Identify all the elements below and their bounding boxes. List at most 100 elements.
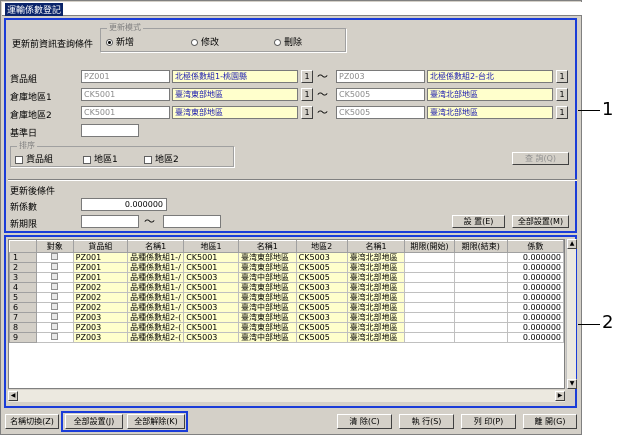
table-row[interactable]: 1 PZ001 品種係數組1-/CK5001 臺湾東部地區 CK5003 臺湾北部地區 0.… <box>9 252 564 263</box>
row-checkbox-icon[interactable] <box>51 273 59 280</box>
lookup-button[interactable]: 1 <box>556 70 568 83</box>
vertical-scrollbar[interactable]: ▲ ▼ <box>566 239 577 389</box>
from-code-region1[interactable]: CK5001 <box>81 88 170 101</box>
close-button[interactable]: 離 開(G) <box>523 414 577 429</box>
region2-cell: CK5005 <box>295 272 348 283</box>
table-row[interactable]: 7 PZ003 品種係數組2-(CK5001 臺湾東部地區 CK5003 臺湾北部地區 0.… <box>9 312 564 323</box>
lookup-button[interactable]: 1 <box>301 106 313 119</box>
lookup-button[interactable]: 1 <box>301 70 313 83</box>
table-row[interactable]: 9 PZ003 品種係數組2-(CK5003 臺湾中部地區 CK5005 臺湾北部地區 0.… <box>9 332 564 343</box>
target-checkbox-cell[interactable] <box>35 252 74 263</box>
target-checkbox-cell[interactable] <box>35 282 74 293</box>
scroll-left-icon[interactable]: ◀ <box>8 391 18 401</box>
name-switch-button[interactable]: 名稱切換(Z) <box>5 414 59 429</box>
col-header-region2[interactable]: 地區2 <box>295 240 348 253</box>
deselect-all-button[interactable]: 全部解除(K) <box>127 414 185 429</box>
lookup-button[interactable]: 1 <box>556 106 568 119</box>
col-header-target[interactable]: 對象 <box>35 240 74 253</box>
target-checkbox-cell[interactable] <box>35 332 74 343</box>
title-bar: 運輸係數登記 <box>2 2 582 16</box>
lookup-button[interactable]: 1 <box>301 88 313 101</box>
to-code-region2[interactable]: CK5005 <box>336 106 425 119</box>
table-row[interactable]: 3 PZ001 品種係數組1-/CK5003 臺湾中部地區 CK5005 臺湾北部地區 0.… <box>9 272 564 283</box>
region1-name-cell: 臺湾中部地區 <box>237 272 297 283</box>
to-code-product-group[interactable]: PZ003 <box>336 70 425 83</box>
name1-cell: 品種係數組1-/ <box>127 262 185 273</box>
col-header-period-end[interactable]: 期限(結束) <box>453 240 508 253</box>
scroll-right-icon[interactable]: ▶ <box>555 391 565 401</box>
sort-checkbox-region2[interactable]: 地區2 <box>144 152 179 165</box>
region1-cell: CK5001 <box>183 312 239 323</box>
lookup-button[interactable]: 1 <box>556 88 568 101</box>
scroll-up-icon[interactable]: ▲ <box>567 239 577 249</box>
query-button[interactable]: 查 詢(Q) <box>512 152 569 165</box>
table-row[interactable]: 5 PZ002 品種係數組1-/CK5001 臺湾東部地區 CK5005 臺湾北部地區 0.… <box>9 292 564 303</box>
col-header-period-start[interactable]: 期限(開始) <box>404 240 455 253</box>
target-checkbox-cell[interactable] <box>35 322 74 333</box>
grid-header-row: 對象 貨品組 名稱1 地區1 名稱1 地區2 名稱1 期限(開始) 期限(結束)… <box>9 240 564 253</box>
row-checkbox-icon[interactable] <box>51 293 59 300</box>
target-checkbox-cell[interactable] <box>35 302 74 313</box>
new-coef-input[interactable]: 0.000000 <box>81 198 167 211</box>
base-date-input[interactable] <box>81 124 139 137</box>
from-code-product-group[interactable]: PZ001 <box>81 70 170 83</box>
mode-radio-edit[interactable]: 修改 <box>191 35 219 48</box>
criteria-label: 更新前資訊查詢條件 <box>12 40 94 50</box>
region1-name-cell: 臺湾東部地區 <box>237 282 297 293</box>
period-start-cell <box>404 322 455 333</box>
sort-checkbox-product-group[interactable]: 貨品組 <box>15 152 53 165</box>
period-start-cell <box>404 292 455 303</box>
target-checkbox-cell[interactable] <box>35 262 74 273</box>
row-checkbox-icon[interactable] <box>51 263 59 270</box>
col-header-coefficient[interactable]: 係數 <box>506 240 564 253</box>
col-header-region1[interactable]: 地區1 <box>183 240 239 253</box>
new-coef-label: 新係數 <box>10 203 38 213</box>
row-checkbox-icon[interactable] <box>51 253 59 260</box>
set-button[interactable]: 設 置(E) <box>452 215 505 228</box>
clear-button[interactable]: 清 除(C) <box>337 414 392 429</box>
table-row[interactable]: 4 PZ002 品種係數組1-/CK5001 臺湾東部地區 CK5003 臺湾北部地區 0.… <box>9 282 564 293</box>
row-number: 1 <box>9 252 37 263</box>
region1-name-cell: 臺湾東部地區 <box>237 322 297 333</box>
horizontal-scrollbar[interactable]: ◀ ▶ <box>8 390 565 402</box>
name1-cell: 品種係數組2-( <box>127 332 185 343</box>
from-code-region2[interactable]: CK5001 <box>81 106 170 119</box>
target-checkbox-cell[interactable] <box>35 272 74 283</box>
row-checkbox-icon[interactable] <box>51 323 59 330</box>
print-button[interactable]: 列 印(P) <box>461 414 516 429</box>
period-end-cell <box>453 312 508 323</box>
execute-button[interactable]: 執 行(S) <box>399 414 454 429</box>
sort-checkbox-region1[interactable]: 地區1 <box>83 152 118 165</box>
mode-group-title: 更新模式 <box>107 22 143 33</box>
row-checkbox-icon[interactable] <box>51 283 59 290</box>
coefficient-cell: 0.000000 <box>506 332 564 343</box>
col-header-region2-name[interactable]: 名稱1 <box>346 240 406 253</box>
mode-radio-delete[interactable]: 刪除 <box>274 35 302 48</box>
col-header-product-group[interactable]: 貨品組 <box>72 240 129 253</box>
select-all-button[interactable]: 全部設置(J) <box>65 414 123 429</box>
sort-group-title: 排序 <box>17 140 37 151</box>
to-code-region1[interactable]: CK5005 <box>336 88 425 101</box>
target-checkbox-cell[interactable] <box>35 312 74 323</box>
row-checkbox-icon[interactable] <box>51 333 59 340</box>
table-row[interactable]: 6 PZ002 品種係數組1-/CK5003 臺湾中部地區 CK5005 臺湾北部地區 0.… <box>9 302 564 313</box>
table-row[interactable]: 8 PZ003 品種係數組2-(CK5001 臺湾東部地區 CK5005 臺湾北部地區 0.… <box>9 322 564 333</box>
row-checkbox-icon[interactable] <box>51 303 59 310</box>
period-to-input[interactable] <box>163 215 221 228</box>
set-all-button[interactable]: 全部設置(M) <box>512 215 569 228</box>
region1-cell: CK5001 <box>183 252 239 263</box>
coefficient-cell: 0.000000 <box>506 322 564 333</box>
region1-cell: CK5001 <box>183 292 239 303</box>
row-number: 2 <box>9 262 37 273</box>
mode-radio-new[interactable]: 新增 <box>106 35 134 48</box>
target-checkbox-cell[interactable] <box>35 292 74 303</box>
scroll-down-icon[interactable]: ▼ <box>567 379 577 389</box>
name1-cell: 品種係數組1-/ <box>127 282 185 293</box>
table-row[interactable]: 2 PZ001 品種係數組1-/CK5001 臺湾東部地區 CK5005 臺湾北部地區 0.… <box>9 262 564 273</box>
col-header-region1-name[interactable]: 名稱1 <box>237 240 297 253</box>
region2-name-cell: 臺湾北部地區 <box>346 302 406 313</box>
period-from-input[interactable] <box>81 215 139 228</box>
row-checkbox-icon[interactable] <box>51 313 59 320</box>
col-header-name1[interactable]: 名稱1 <box>127 240 185 253</box>
coefficient-cell: 0.000000 <box>506 302 564 313</box>
